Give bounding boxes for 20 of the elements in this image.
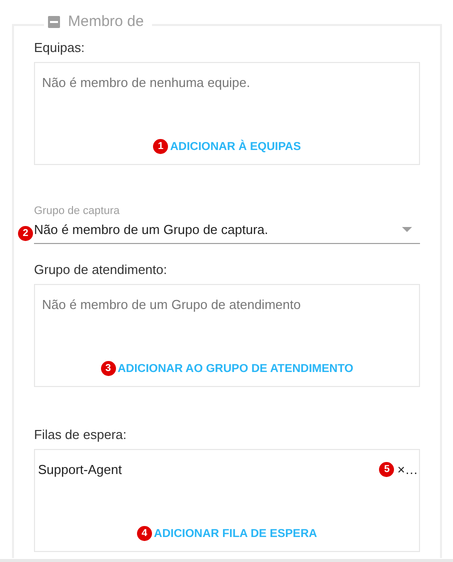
remove-button[interactable]: ×… [397,462,418,477]
number-marker: 5 [379,462,394,477]
number-marker: 3 [100,361,116,376]
number-marker: 1 [153,139,168,154]
section-title: Membro de [68,13,144,30]
empty-text: Não é membro de um Grupo de atendimento [41,297,302,312]
collapse-toggle-icon[interactable] [48,16,60,28]
number-marker: 4 [136,526,152,541]
field-label: Equipas: [34,40,86,55]
add-link[interactable]: ADICIONAR FILA DE ESPERA [154,528,318,540]
number-marker: 2 [18,226,33,240]
empty-text: Não é membro de nenhuma equipe. [41,75,252,90]
field-label: Filas de espera: [34,427,128,442]
add-link[interactable]: ADICIONAR À EQUIPAS [170,140,301,152]
select-field[interactable]: Não é membro de um Grupo de captura. [34,222,420,244]
field-label: Grupo de captura [34,205,121,217]
list-item: Support-Agent [38,462,122,477]
dropdown-caret-icon [402,227,412,232]
add-link[interactable]: ADICIONAR AO GRUPO DE ATENDIMENTO [118,362,354,374]
field-label: Grupo de atendimento: [34,262,168,277]
